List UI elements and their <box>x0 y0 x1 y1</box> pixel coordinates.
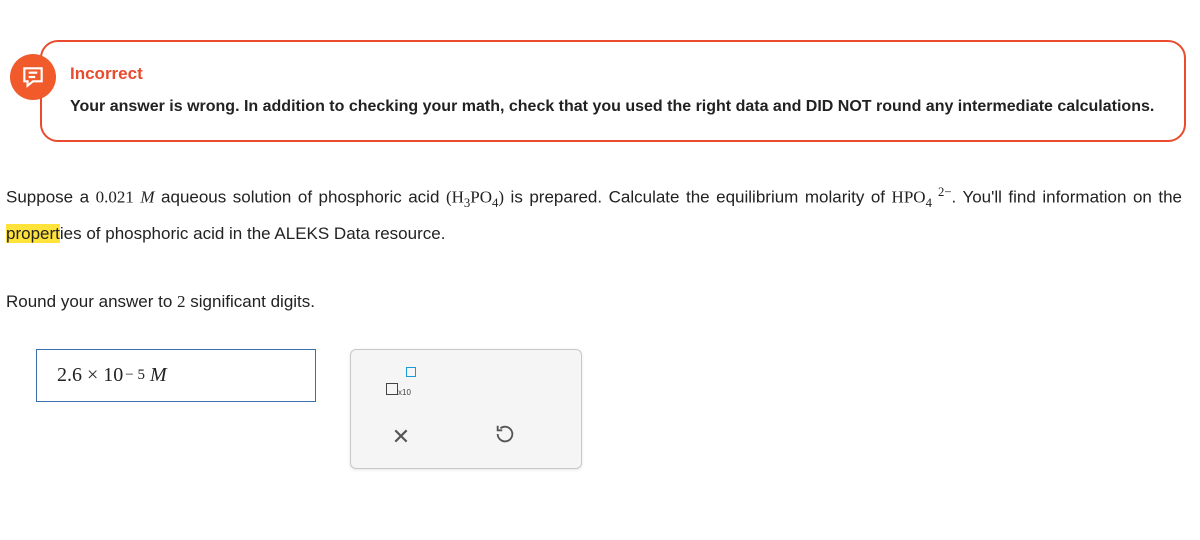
ans-exp: − 5 <box>125 367 145 384</box>
q-species-sup: 2− <box>938 185 952 199</box>
answer-row: 2.6 × 10− 5 M x10 ✕ <box>36 349 1200 469</box>
q-concentration: 0.021 <box>96 188 134 207</box>
q-after-hl: ies <box>60 224 82 243</box>
q-species: HPO <box>892 188 926 207</box>
q-round-post: significant digits. <box>186 292 315 311</box>
speech-bubble-icon <box>10 54 56 100</box>
q-part1: Suppose a <box>6 188 96 207</box>
feedback-message: Your answer is wrong. In addition to che… <box>70 98 1164 116</box>
reset-icon <box>494 423 516 450</box>
answer-input[interactable]: 2.6 × 10− 5 M <box>36 349 316 402</box>
q-unit-m: M <box>140 188 154 207</box>
q-part3: is prepared. Calculate the equilibrium m… <box>504 188 892 207</box>
q-formula-mid: PO <box>470 188 492 207</box>
ans-base: 10 <box>103 364 123 387</box>
q-part2: aqueous solution of phosphoric acid <box>155 188 446 207</box>
q-highlight: propert <box>6 224 60 243</box>
feedback-title: Incorrect <box>70 64 1164 84</box>
ans-times: × <box>87 364 98 387</box>
feedback-box: Incorrect Your answer is wrong. In addit… <box>40 40 1186 142</box>
tool-row-2: ✕ <box>359 414 573 460</box>
q-part5: of phosphoric acid in the ALEKS Data res… <box>82 224 446 243</box>
tool-panel: x10 ✕ <box>350 349 582 469</box>
tool-row-1: x10 <box>359 358 573 404</box>
q-round-pre: Round your answer to <box>6 292 177 311</box>
x-icon: ✕ <box>392 424 410 450</box>
scientific-notation-icon: x10 <box>386 367 416 395</box>
q-part4: . You'll find information on the <box>952 188 1182 207</box>
scientific-notation-button[interactable]: x10 <box>379 362 423 400</box>
ans-unit: M <box>150 364 167 387</box>
question-text: Suppose a 0.021 M aqueous solution of ph… <box>6 180 1182 319</box>
q-round-n: 2 <box>177 292 186 311</box>
clear-button[interactable]: ✕ <box>379 418 423 456</box>
reset-button[interactable] <box>483 418 527 456</box>
ans-coef: 2.6 <box>57 364 82 387</box>
q-formula-open: (H <box>446 188 464 207</box>
q-species-sub: 4 <box>926 196 932 210</box>
